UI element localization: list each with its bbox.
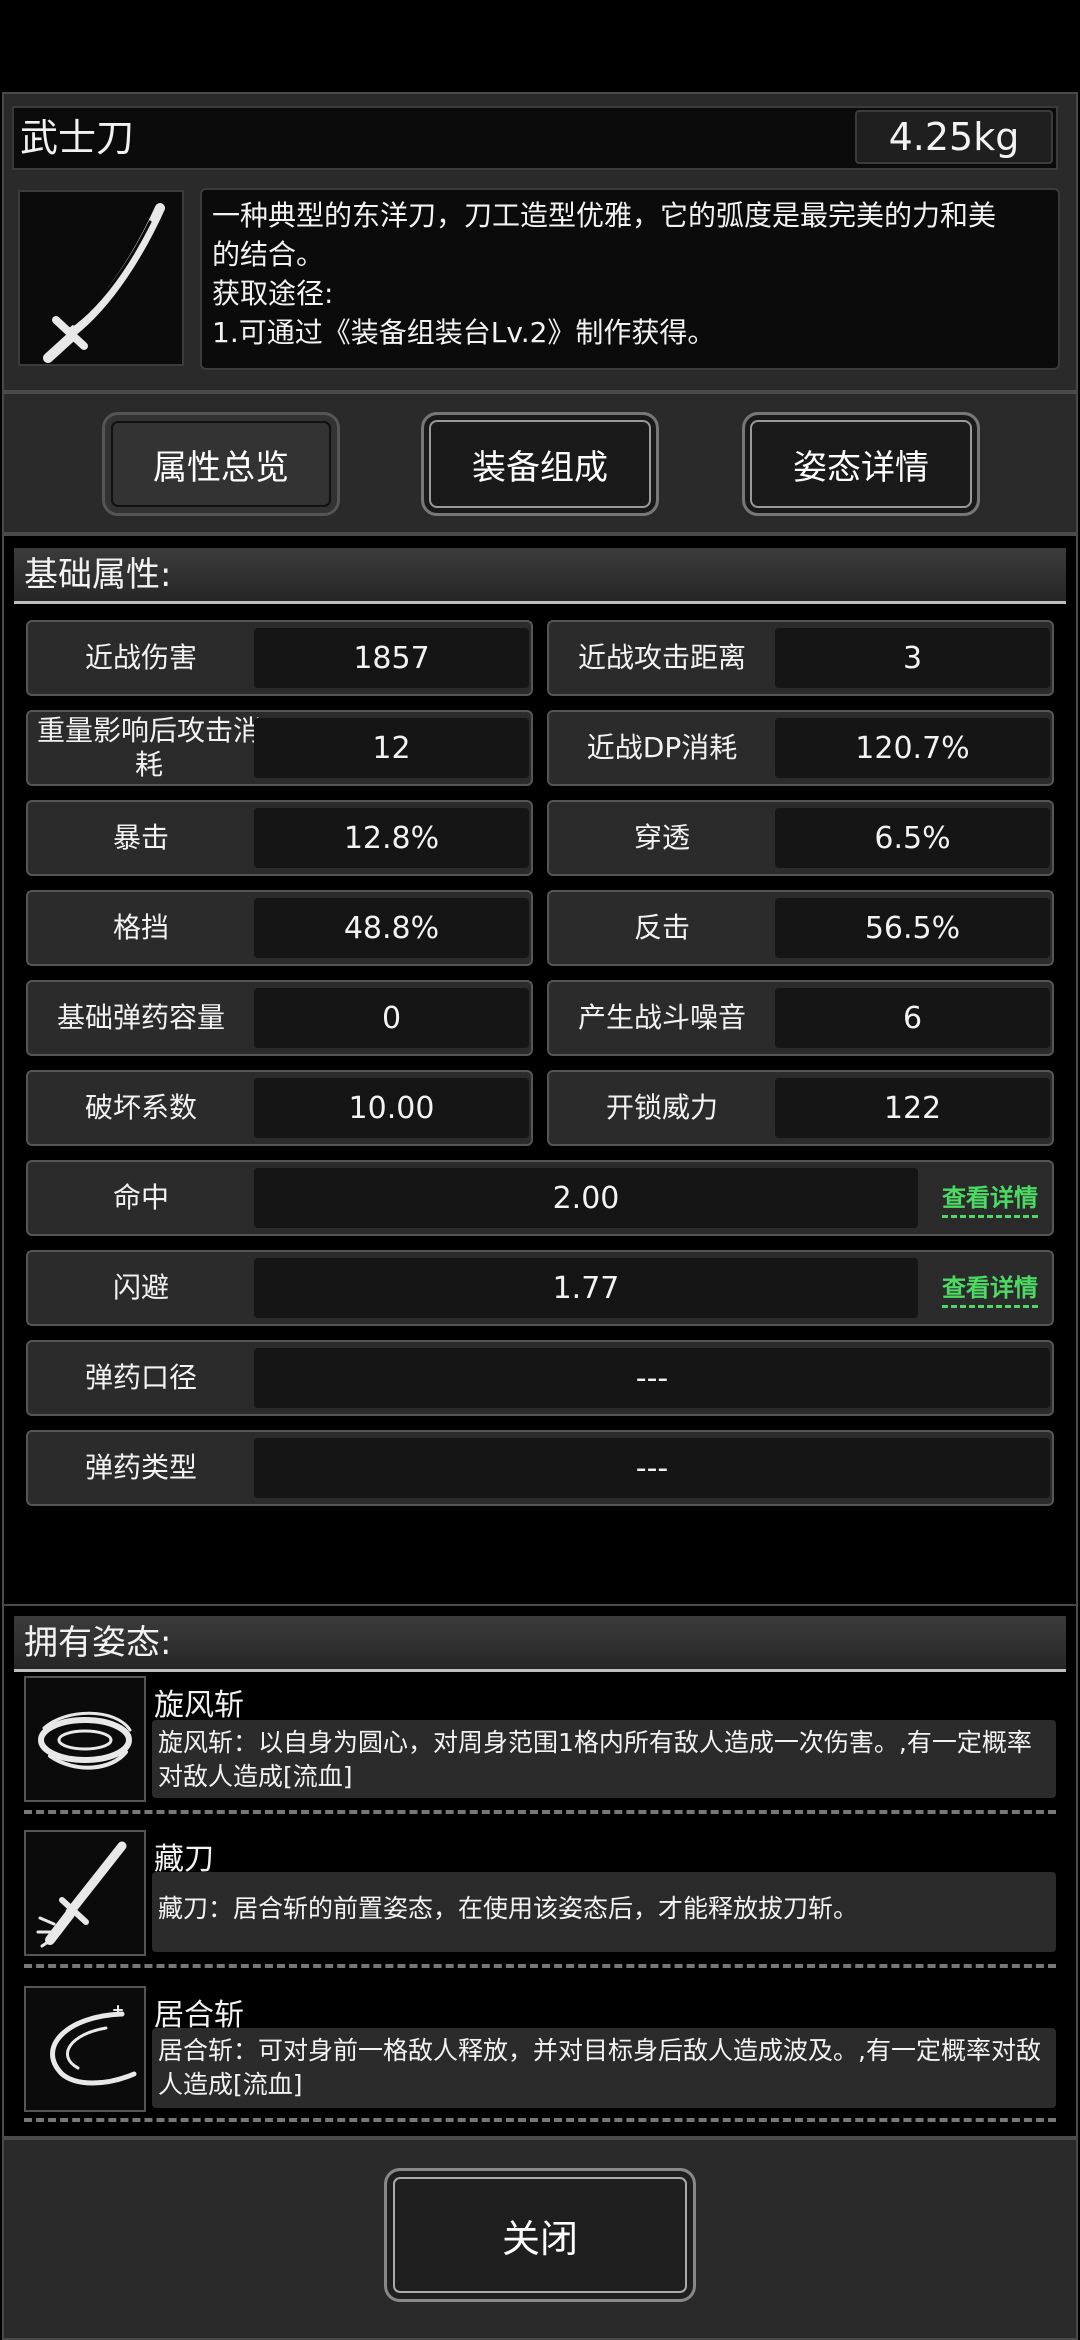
item-weight: 4.25kg: [855, 110, 1053, 164]
attr-label: 近战DP消耗: [586, 731, 738, 764]
attr-value: 56.5%: [775, 898, 1050, 958]
iai-slash-icon[interactable]: [24, 1986, 146, 2112]
attr-value: 1857: [254, 628, 529, 688]
pose-description: 居合斩：可对身前一格敌人释放，并对目标身后敌人造成波及。,有一定概率对敌人造成[…: [152, 2028, 1056, 2108]
tab-pose-details[interactable]: 姿态详情: [742, 412, 980, 516]
attr-weighted-attack-cost: 重量影响后攻击消耗 12: [26, 710, 533, 786]
attr-label: 近战伤害: [84, 641, 197, 674]
pose-description: 旋风斩：以自身为圆心，对周身范围1格内所有敌人造成一次伤害。,有一定概率对敌人造…: [152, 1720, 1056, 1798]
whirlwind-slash-icon[interactable]: [24, 1676, 146, 1802]
description-line: 一种典型的东洋刀，刀工造型优雅，它的弧度是最完美的力和美: [212, 199, 997, 232]
poses-header: 拥有姿态:: [14, 1616, 1066, 1672]
attr-hit: 命中 2.00 查看详情: [26, 1160, 1054, 1236]
attr-label: 命中: [112, 1181, 169, 1214]
attr-label: 格挡: [112, 911, 169, 944]
item-name: 武士刀: [20, 116, 135, 160]
attr-combat-noise: 产生战斗噪音 6: [547, 980, 1054, 1056]
attr-value: 120.7%: [775, 718, 1050, 778]
attr-ammo-type: 弹药类型 ---: [26, 1430, 1054, 1506]
attr-value: 3: [775, 628, 1050, 688]
tab-equipment-composition[interactable]: 装备组成: [421, 412, 659, 516]
description-line: 获取途径:: [212, 277, 334, 310]
attr-label: 弹药口径: [84, 1361, 197, 1394]
attr-critical: 暴击 12.8%: [26, 800, 533, 876]
dodge-view-details-link[interactable]: 查看详情: [942, 1268, 1038, 1308]
attr-value: 122: [775, 1078, 1050, 1138]
pose-name: 旋风斩: [154, 1688, 244, 1723]
attr-counter: 反击 56.5%: [547, 890, 1054, 966]
attr-label: 基础弹药容量: [56, 1001, 225, 1034]
divider: [24, 1964, 1056, 1968]
attr-value: 6: [775, 988, 1050, 1048]
attr-label: 穿透: [633, 821, 690, 854]
divider: [24, 1810, 1056, 1814]
attr-penetration: 穿透 6.5%: [547, 800, 1054, 876]
divider: [24, 2118, 1056, 2122]
katana-icon: [18, 190, 184, 366]
attr-melee-dp-cost: 近战DP消耗 120.7%: [547, 710, 1054, 786]
attr-value: 2.00: [254, 1168, 918, 1228]
attr-label: 闪避: [112, 1271, 169, 1304]
attr-block: 格挡 48.8%: [26, 890, 533, 966]
attr-label: 暴击: [112, 821, 169, 854]
attr-lockpick-power: 开锁威力 122: [547, 1070, 1054, 1146]
attr-value: 12: [254, 718, 529, 778]
tab-attribute-overview[interactable]: 属性总览: [102, 412, 340, 516]
attr-value: ---: [254, 1438, 1050, 1498]
attr-dodge: 闪避 1.77 查看详情: [26, 1250, 1054, 1326]
item-description: 一种典型的东洋刀，刀工造型优雅，它的弧度是最完美的力和美 的结合。 获取途径: …: [200, 188, 1060, 370]
basic-attributes-header: 基础属性:: [14, 548, 1066, 604]
description-line: 1.可通过《装备组装台Lv.2》制作获得。: [212, 316, 716, 349]
attr-melee-damage: 近战伤害 1857: [26, 620, 533, 696]
attr-label: 反击: [633, 911, 690, 944]
attr-base-ammo-capacity: 基础弹药容量 0: [26, 980, 533, 1056]
attr-value: 6.5%: [775, 808, 1050, 868]
attr-ammo-caliber: 弹药口径 ---: [26, 1340, 1054, 1416]
attr-label: 产生战斗噪音: [577, 1001, 746, 1034]
sheathe-blade-icon[interactable]: [24, 1830, 146, 1956]
hit-view-details-link[interactable]: 查看详情: [942, 1178, 1038, 1218]
attr-label: 近战攻击距离: [577, 641, 746, 674]
attr-value: 12.8%: [254, 808, 529, 868]
attr-value: 0: [254, 988, 529, 1048]
attr-melee-range: 近战攻击距离 3: [547, 620, 1054, 696]
attr-label: 开锁威力: [605, 1091, 718, 1124]
attr-label: 弹药类型: [84, 1451, 197, 1484]
attr-destruction-factor: 破坏系数 10.00: [26, 1070, 533, 1146]
attr-value: 10.00: [254, 1078, 529, 1138]
attr-value: 48.8%: [254, 898, 529, 958]
attr-value: 1.77: [254, 1258, 918, 1318]
pose-description: 藏刀：居合斩的前置姿态，在使用该姿态后，才能释放拔刀斩。: [152, 1872, 1056, 1952]
description-line: 的结合。: [212, 238, 325, 271]
attr-value: ---: [254, 1348, 1050, 1408]
attr-label: 破坏系数: [84, 1091, 197, 1124]
close-button[interactable]: 关闭: [384, 2168, 696, 2302]
attr-label: 重量影响后攻击消耗: [36, 714, 261, 781]
